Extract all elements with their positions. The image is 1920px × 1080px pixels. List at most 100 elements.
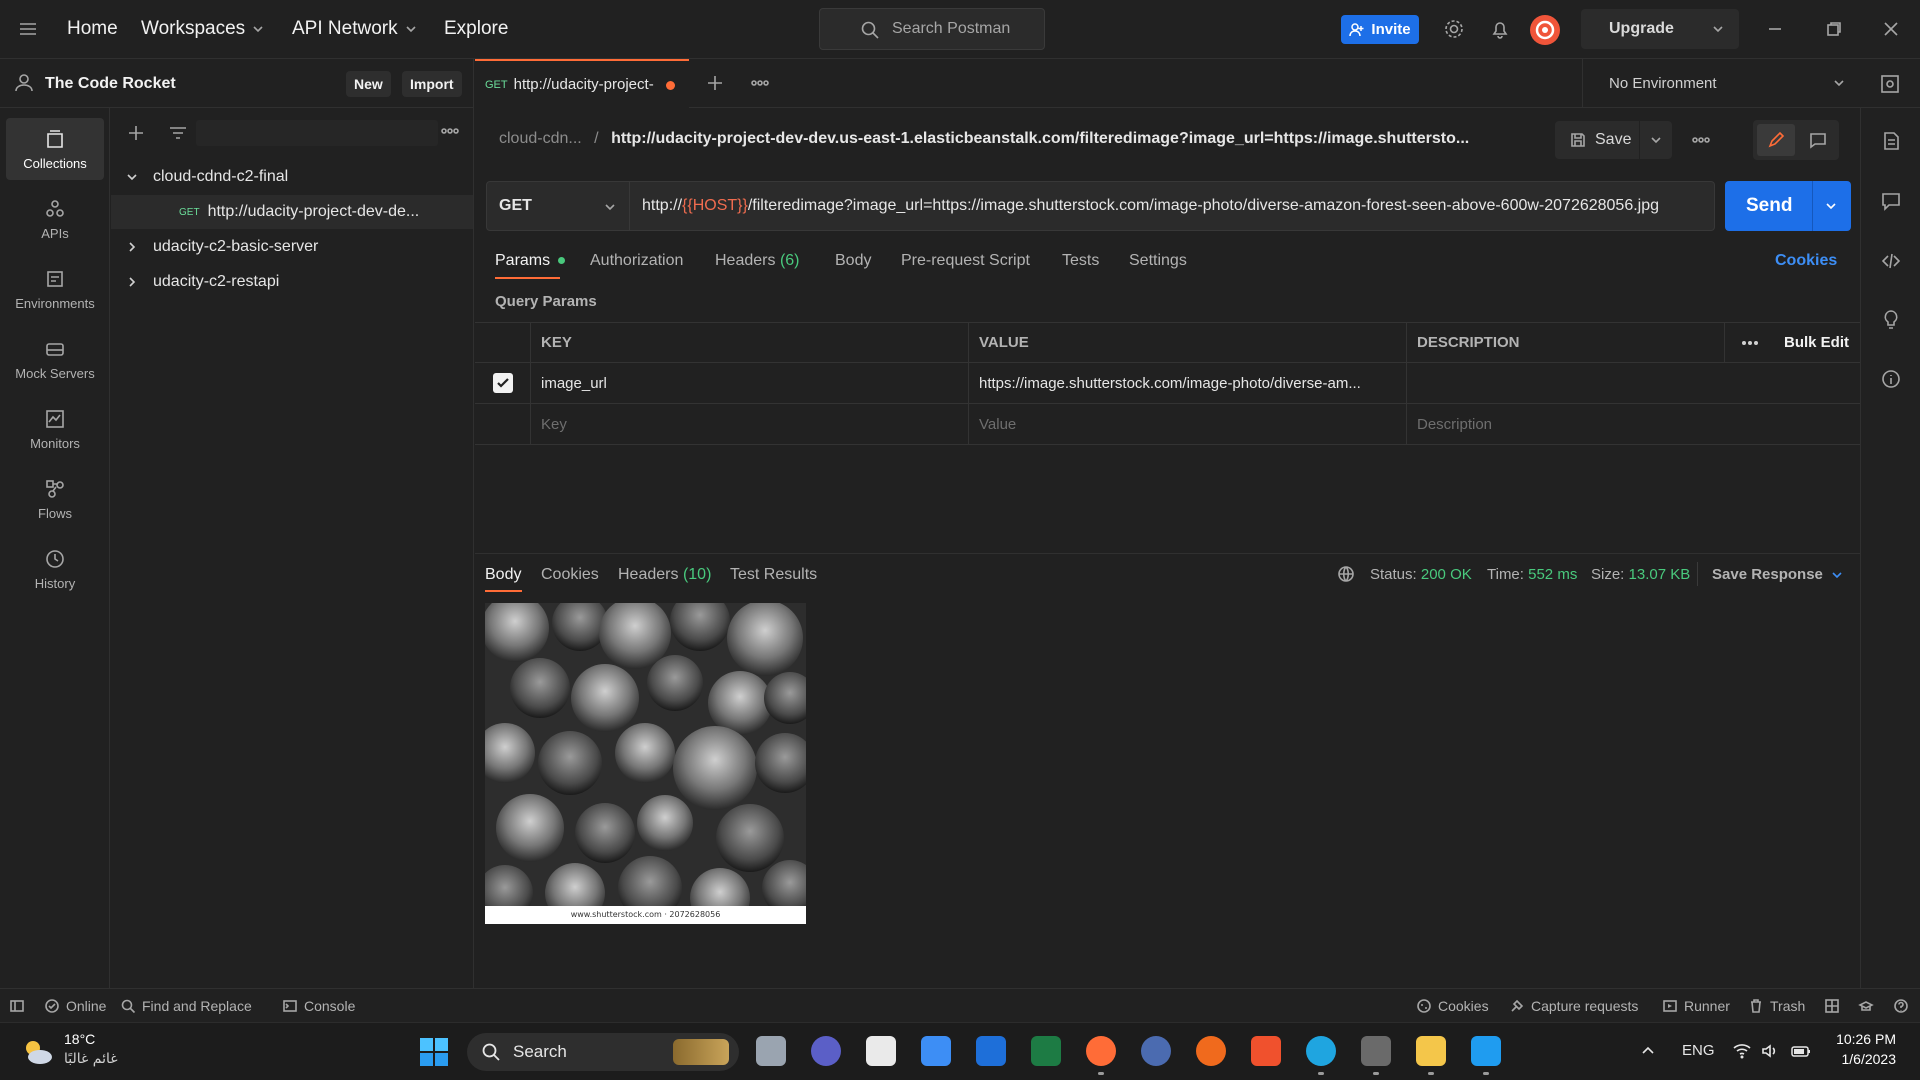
request-title[interactable]: http://udacity-project-dev-dev.us-east-1… [611, 130, 1469, 147]
app-icon[interactable] [976, 1036, 1006, 1066]
sidebar-item-history[interactable]: History [6, 538, 104, 600]
brave-icon[interactable] [1251, 1036, 1281, 1066]
save-button[interactable]: Save [1555, 121, 1639, 159]
response-status[interactable]: Status: 200 OK [1370, 566, 1472, 583]
console-button[interactable]: Console [282, 998, 355, 1014]
windows-start-icon[interactable] [420, 1038, 448, 1066]
comments-icon[interactable] [1880, 190, 1902, 212]
app-icon[interactable] [1141, 1036, 1171, 1066]
more-icon[interactable] [440, 125, 460, 137]
sidebar-item-apis[interactable]: APIs [6, 188, 104, 250]
response-tab-test-results[interactable]: Test Results [730, 566, 817, 584]
sidebar-item-collections[interactable]: Collections [6, 118, 104, 180]
collection-search-input[interactable] [196, 120, 438, 146]
tab-authorization[interactable]: Authorization [590, 252, 683, 270]
search-bar[interactable]: Search Postman [819, 8, 1045, 50]
tab-tests[interactable]: Tests [1062, 252, 1099, 270]
clock-time[interactable]: 10:26 PM [1828, 1031, 1896, 1047]
file-explorer-icon[interactable] [1416, 1036, 1446, 1066]
capture-requests-button[interactable]: Capture requests [1509, 998, 1638, 1014]
tab-headers[interactable]: Headers (6) [715, 252, 800, 270]
environment-quick-look-icon[interactable] [1879, 73, 1901, 95]
response-time[interactable]: Time: 552 ms [1487, 566, 1577, 583]
sidebar-item-environments[interactable]: Environments [6, 258, 104, 320]
explorer-window-icon[interactable] [921, 1036, 951, 1066]
send-button[interactable]: Send [1725, 181, 1851, 231]
runner-button[interactable]: Runner [1662, 998, 1730, 1014]
comment-mode-button[interactable] [1799, 124, 1837, 156]
method-select[interactable]: GET [486, 181, 630, 231]
avatar[interactable] [1530, 15, 1560, 45]
url-input[interactable]: http://{{HOST}}/filteredimage?image_url=… [630, 181, 1715, 231]
clock-date[interactable]: 1/6/2023 [1828, 1051, 1897, 1067]
info-icon[interactable] [1880, 368, 1902, 390]
weather-icon[interactable] [20, 1037, 54, 1067]
help-icon[interactable] [1893, 998, 1909, 1014]
hat-icon[interactable] [1858, 998, 1874, 1014]
table-more-icon[interactable] [1724, 323, 1774, 362]
edit-mode-button[interactable] [1757, 124, 1795, 156]
firefox-icon[interactable] [1196, 1036, 1226, 1066]
chevron-down-icon[interactable] [1824, 199, 1838, 213]
new-button[interactable]: New [346, 71, 391, 97]
toggle-sidebar-icon[interactable] [9, 998, 25, 1014]
tab-settings[interactable]: Settings [1129, 252, 1187, 270]
office-icon[interactable] [1031, 1036, 1061, 1066]
language-indicator[interactable]: ENG [1682, 1042, 1715, 1059]
bell-icon[interactable] [1489, 18, 1511, 40]
save-options-button[interactable] [1640, 121, 1672, 159]
vscode-icon[interactable] [1471, 1036, 1501, 1066]
cookies-button[interactable]: Cookies [1416, 998, 1489, 1014]
task-view-icon[interactable] [756, 1036, 786, 1066]
lightbulb-icon[interactable] [1880, 308, 1902, 330]
param-key[interactable]: image_url [530, 363, 968, 403]
cookies-link[interactable]: Cookies [1775, 252, 1837, 270]
documentation-icon[interactable] [1880, 130, 1902, 152]
gear-icon[interactable] [1443, 18, 1465, 40]
plus-icon[interactable] [127, 124, 145, 142]
taskbar-search[interactable]: Search [467, 1033, 739, 1071]
bulk-edit-button[interactable]: Bulk Edit [1774, 323, 1860, 362]
volume-icon[interactable] [1760, 1042, 1780, 1060]
response-tab-cookies[interactable]: Cookies [541, 566, 599, 584]
nav-explore[interactable]: Explore [444, 18, 508, 40]
trash-button[interactable]: Trash [1748, 998, 1805, 1014]
collection-item[interactable]: udacity-c2-basic-server [111, 230, 473, 264]
store-icon[interactable] [866, 1036, 896, 1066]
sidebar-item-monitors[interactable]: Monitors [6, 398, 104, 460]
response-size[interactable]: Size: 13.07 KB [1591, 566, 1690, 583]
nav-workspaces[interactable]: Workspaces [141, 18, 265, 40]
battery-icon[interactable] [1790, 1042, 1812, 1060]
environment-select[interactable]: No Environment [1582, 59, 1856, 108]
snipping-tool-icon[interactable] [1361, 1036, 1391, 1066]
request-item[interactable]: GET http://udacity-project-dev-de... [111, 195, 473, 229]
sidebar-item-flows[interactable]: Flows [6, 468, 104, 530]
code-icon[interactable] [1880, 250, 1902, 272]
wifi-icon[interactable] [1732, 1042, 1752, 1060]
response-tab-headers[interactable]: Headers (10) [618, 566, 711, 584]
postman-icon[interactable] [1086, 1036, 1116, 1066]
edge-icon[interactable] [1306, 1036, 1336, 1066]
tab-params[interactable]: Params [495, 252, 565, 270]
menu-icon[interactable] [18, 20, 38, 38]
new-tab-plus-icon[interactable] [706, 74, 724, 92]
chat-icon[interactable] [811, 1036, 841, 1066]
row-checkbox[interactable] [475, 363, 530, 403]
close-icon[interactable] [1882, 20, 1900, 38]
globe-icon[interactable] [1337, 565, 1355, 583]
nav-api-network[interactable]: API Network [292, 18, 418, 40]
description-placeholder-input[interactable]: Description [1406, 404, 1860, 444]
value-placeholder-input[interactable]: Value [968, 404, 1406, 444]
invite-button[interactable]: Invite [1341, 15, 1419, 44]
find-replace-button[interactable]: Find and Replace [120, 998, 252, 1014]
import-button[interactable]: Import [402, 71, 462, 97]
response-tab-body[interactable]: Body [485, 566, 521, 584]
tab-prerequest-script[interactable]: Pre-request Script [901, 252, 1030, 270]
param-description[interactable] [1406, 363, 1860, 403]
collection-item[interactable]: cloud-cdnd-c2-final [111, 160, 473, 194]
sidebar-item-mock-servers[interactable]: Mock Servers [6, 328, 104, 390]
key-placeholder-input[interactable]: Key [530, 404, 968, 444]
tab-more-icon[interactable] [750, 77, 770, 89]
nav-home[interactable]: Home [67, 18, 118, 40]
collection-item[interactable]: udacity-c2-restapi [111, 265, 473, 299]
